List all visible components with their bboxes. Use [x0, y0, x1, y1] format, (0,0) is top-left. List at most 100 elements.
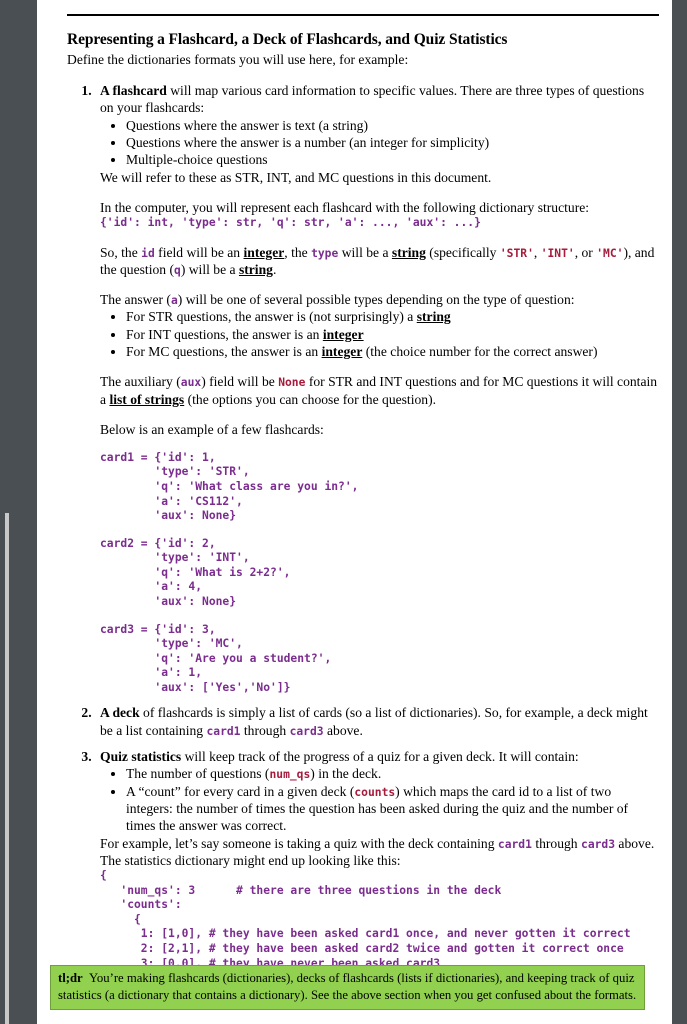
code-card3-2: card3: [581, 837, 616, 851]
t: For STR questions, the answer is (not su…: [126, 309, 417, 325]
card3-code-block: card3 = {'id': 3, 'type': 'MC', 'q': 'Ar…: [100, 622, 332, 694]
answer-types-list: For STR questions, the answer is (not su…: [100, 308, 660, 360]
code-type: type: [311, 246, 339, 260]
code-q: q: [174, 263, 181, 277]
code-counts: counts: [354, 785, 396, 799]
document-page: Representing a Flashcard, a Deck of Flas…: [37, 0, 672, 1024]
code-aux: aux: [180, 376, 202, 390]
card1-code-block: card1 = {'id': 1, 'type': 'STR', 'q': 'W…: [100, 450, 359, 523]
t: (specifically: [425, 244, 500, 260]
code-none: None: [278, 376, 306, 390]
t: For example, let’s say someone is taking…: [100, 835, 498, 851]
aux-paragraph: The auxiliary (aux) field will be None f…: [100, 373, 660, 407]
emph-string-2: string: [238, 261, 273, 277]
t: through: [531, 835, 582, 851]
t: (the options you can choose for the ques…: [184, 391, 437, 407]
code-num-qs: num_qs: [269, 768, 311, 782]
question-types-list: Questions where the answer is text (a st…: [100, 117, 660, 169]
tldr-text: You’re making flashcards (dictionaries),…: [58, 971, 637, 1002]
item1-lead-bold: A flashcard: [100, 83, 167, 99]
t: So, the: [100, 244, 142, 260]
t: .: [272, 261, 277, 277]
tldr-label: tl;dr: [58, 971, 83, 985]
flashcard-structure-code: {'id': int, 'type': str, 'q': str, 'a': …: [100, 216, 481, 230]
t: field will be an: [154, 244, 244, 260]
t: ) field will be: [201, 374, 279, 390]
item2-lead-bold: A deck: [100, 705, 140, 721]
item3-lead-bold: Quiz statistics: [100, 748, 182, 764]
document-content: Representing a Flashcard, a Deck of Flas…: [52, 0, 660, 1000]
emph-string: string: [391, 244, 426, 260]
t: For MC questions, the answer is an: [126, 344, 322, 360]
t: of flashcards is simply a list of cards …: [100, 705, 648, 738]
page-title: Representing a Flashcard, a Deck of Flas…: [67, 31, 508, 48]
viewer-gutter-right: [672, 0, 687, 1024]
t: ) will be one of several possible types …: [177, 292, 575, 308]
list-item: Questions where the answer is a number (…: [126, 134, 660, 151]
code-a: a: [170, 294, 178, 308]
answer-intro: The answer (a) will be one of several po…: [100, 291, 660, 308]
list-item: For STR questions, the answer is (not su…: [126, 308, 660, 325]
t: will be a: [338, 244, 392, 260]
code-card1-2: card1: [497, 837, 532, 851]
item1-after-bullets: We will refer to these as STR, INT, and …: [100, 169, 492, 185]
emph-list-of-strings: list of strings: [109, 391, 185, 407]
t: ) will be a: [180, 261, 239, 277]
list-item-deck: A deck of flashcards is simply a list of…: [95, 704, 660, 748]
item2-body: A deck of flashcards is simply a list of…: [100, 704, 660, 739]
t: , or: [574, 244, 597, 260]
t: (the choice number for the correct answe…: [362, 344, 598, 360]
t: The number of questions (: [126, 766, 270, 782]
list-item: The number of questions (num_qs) in the …: [126, 765, 660, 782]
list-item: Multiple-choice questions: [126, 151, 660, 168]
tldr-callout: tl;dr You’re making flashcards (dictiona…: [50, 965, 645, 1010]
item1-lead-rest: will map various card information to spe…: [100, 83, 645, 116]
t: will keep track of the progress of a qui…: [181, 748, 579, 764]
code-str-literal: 'STR': [499, 246, 534, 260]
t: ,: [533, 244, 541, 260]
list-item-flashcard: A flashcard will map various card inform…: [95, 82, 660, 704]
t: , the: [284, 244, 312, 260]
code-id: id: [141, 246, 155, 260]
item3-lead: Quiz statistics will keep track of the p…: [100, 748, 660, 765]
page-scrollbar[interactable]: [5, 513, 9, 1024]
code-mc-literal: 'MC': [596, 246, 624, 260]
t: ) in the deck.: [310, 766, 382, 782]
emph: integer: [322, 326, 364, 342]
structure-intro: In the computer, you will represent each…: [100, 199, 590, 215]
code-card1: card1: [206, 724, 241, 738]
item1-lead: A flashcard will map various card inform…: [100, 82, 660, 117]
header-rule: [67, 14, 659, 16]
statistics-example-paragraph: For example, let’s say someone is taking…: [100, 835, 660, 869]
list-item: Questions where the answer is text (a st…: [126, 117, 660, 134]
field-types-paragraph: So, the id field will be an integer, the…: [100, 244, 660, 278]
list-item-quiz-statistics: Quiz statistics will keep track of the p…: [95, 748, 660, 1000]
list-item: For MC questions, the answer is an integ…: [126, 343, 660, 360]
t: through: [240, 722, 290, 738]
statistics-contents-list: The number of questions (num_qs) in the …: [100, 765, 660, 835]
card2-code-block: card2 = {'id': 2, 'type': 'INT', 'q': 'W…: [100, 536, 291, 608]
t: The auxiliary (: [100, 374, 181, 390]
emph-integer: integer: [243, 244, 285, 260]
code-card3: card3: [289, 724, 324, 738]
below-example-intro: Below is an example of a few flashcards:: [100, 421, 324, 437]
list-item: For INT questions, the answer is an inte…: [126, 326, 660, 343]
list-item: A “count” for every card in a given deck…: [126, 783, 660, 835]
t: above.: [323, 722, 363, 738]
t: For INT questions, the answer is an: [126, 326, 323, 342]
emph: integer: [321, 344, 363, 360]
code-int-literal: 'INT': [540, 246, 575, 260]
intro-paragraph: Define the dictionaries formats you will…: [67, 52, 409, 67]
t: A “count” for every card in a given deck…: [126, 783, 355, 799]
viewer-gutter-left: [0, 0, 37, 1024]
